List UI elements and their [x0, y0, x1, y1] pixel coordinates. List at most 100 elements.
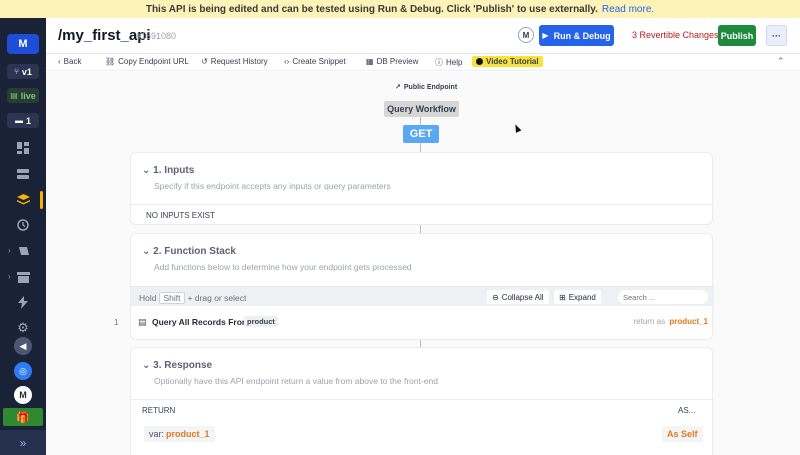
database-icon: ▤: [10, 91, 18, 100]
inputs-empty-row[interactable]: NO INPUTS EXIST: [131, 204, 714, 225]
database-table-icon[interactable]: [0, 166, 46, 182]
api-id: #1591080: [136, 31, 177, 41]
tasks-icon[interactable]: [0, 243, 46, 259]
table-icon: ▤: [138, 317, 147, 327]
table-tag[interactable]: product: [244, 316, 278, 327]
connector-line: [420, 143, 421, 152]
expand-sidebar-icon[interactable]: »: [0, 430, 46, 455]
external-link-icon: ↗: [395, 84, 401, 91]
no-inputs-text: NO INPUTS EXIST: [146, 211, 215, 220]
return-as[interactable]: return as product_1: [634, 317, 708, 326]
collapse-icon: ⊖: [492, 292, 499, 302]
chevron-down-icon: ⌄: [142, 360, 151, 371]
edit-banner: This API is being edited and can be test…: [0, 0, 800, 18]
query-workflow-badge[interactable]: Query Workflow: [384, 101, 459, 117]
help-label: Help: [446, 58, 463, 67]
request-history-button[interactable]: ↺ Request History: [201, 57, 268, 66]
expand-label: Expand: [568, 292, 596, 302]
dashboard-icon[interactable]: [0, 140, 46, 156]
history-icon[interactable]: [0, 217, 46, 233]
revertible-changes-link[interactable]: 3 Revertible Changes: [632, 30, 719, 40]
read-more-link[interactable]: Read more.: [602, 4, 654, 15]
return-column-header: RETURN: [142, 406, 176, 415]
api-header: /my_first_api #1591080 M ▶ Run & Debug 3…: [46, 18, 800, 54]
version-label: v1: [21, 66, 32, 77]
inputs-title[interactable]: ⌄ 1. Inputs: [142, 165, 194, 176]
response-variable[interactable]: var: product_1: [144, 426, 215, 442]
visibility-text: Public Endpoint: [403, 83, 458, 91]
branch-icon: ⑂: [14, 67, 19, 76]
response-header-row: RETURN AS...: [131, 399, 714, 419]
help-globe-icon[interactable]: ◎: [14, 362, 32, 380]
create-snippet-button[interactable]: ‹› Create Snippet: [284, 57, 346, 66]
function-index: 1: [114, 318, 119, 327]
chevron-down-icon: ⌄: [142, 165, 151, 176]
back-button[interactable]: ‹ Back: [58, 57, 81, 66]
help-button[interactable]: ⓘ Help: [435, 57, 462, 68]
inputs-section: ⌄ 1. Inputs Specify if this endpoint acc…: [130, 152, 714, 225]
connector-line: [420, 340, 421, 347]
banner-message: This API is being edited and can be test…: [145, 3, 598, 15]
copy-endpoint-url-button[interactable]: ⛓ Copy Endpoint URL: [105, 57, 189, 66]
collapse-all-label: Collapse All: [501, 292, 544, 302]
marketplace-icon[interactable]: [0, 269, 46, 285]
as-column-header: AS...: [678, 406, 696, 415]
active-indicator: [40, 191, 43, 209]
function-stack-title-text: 2. Function Stack: [153, 246, 236, 257]
video-tutorial-button[interactable]: Video Tutorial: [472, 56, 543, 67]
branch-count: 1: [25, 115, 31, 126]
var-name: product_1: [166, 429, 210, 439]
response-section: ⌄ 3. Response Optionally have this API e…: [130, 347, 714, 455]
as-self-badge[interactable]: As Self: [662, 426, 703, 442]
gift-icon[interactable]: 🎁: [3, 408, 43, 426]
chevron-up-icon[interactable]: ⌃: [777, 56, 785, 67]
back-label: Back: [63, 57, 82, 66]
expand-button[interactable]: ⊞ Expand: [554, 290, 601, 304]
function-name: Query All Records From: [152, 317, 250, 327]
http-method-badge[interactable]: GET: [403, 125, 439, 143]
connector-line: [420, 117, 421, 125]
var-prefix: var:: [149, 429, 165, 439]
settings-gear-icon[interactable]: ⚙: [0, 320, 46, 336]
message-icon: ▬: [14, 116, 23, 125]
play-circle-icon: [476, 58, 483, 65]
function-search-input[interactable]: [618, 290, 708, 304]
play-icon: ▶: [542, 31, 549, 40]
version-badge[interactable]: ⑂ v1: [7, 64, 39, 79]
drag-hint-text: + drag or select: [187, 293, 247, 303]
db-preview-label: DB Preview: [376, 57, 419, 66]
db-preview-button[interactable]: ▦ DB Preview: [366, 57, 418, 66]
megaphone-icon[interactable]: ◀: [14, 337, 32, 355]
user-avatar[interactable]: M: [14, 386, 32, 404]
collaborator-avatar[interactable]: M: [518, 27, 534, 43]
response-title[interactable]: ⌄ 3. Response: [142, 360, 212, 371]
history-label: Request History: [210, 57, 268, 66]
video-label: Video Tutorial: [486, 57, 539, 66]
publish-button[interactable]: Publish: [718, 25, 756, 46]
run-debug-label: Run & Debug: [553, 30, 611, 41]
connector-line: [420, 225, 421, 233]
function-stack-toolbar: Hold Shift + drag or select ⊖ Collapse A…: [131, 286, 714, 306]
function-row[interactable]: 1 ▤ Query All Records From product retur…: [114, 311, 714, 333]
live-badge[interactable]: ▤ live: [7, 88, 39, 103]
response-title-text: 3. Response: [153, 360, 213, 371]
public-endpoint-label[interactable]: ↗ Public Endpoint: [395, 83, 458, 92]
function-stack-title[interactable]: ⌄ 2. Function Stack: [142, 246, 236, 257]
lightning-icon[interactable]: [0, 294, 46, 310]
snippet-label: Create Snippet: [292, 57, 346, 66]
collapse-all-button[interactable]: ⊖ Collapse All: [487, 290, 549, 304]
sidebar: M ⑂ v1 ▤ live ▬ 1 › › ⚙ ◀ ◎ M 🎁 »: [0, 18, 46, 455]
workspace-logo[interactable]: M: [7, 34, 39, 54]
code-icon: ‹›: [284, 57, 290, 66]
branches-badge[interactable]: ▬ 1: [7, 113, 39, 128]
api-toolbar: ‹ Back ⛓ Copy Endpoint URL ↺ Request His…: [46, 55, 800, 71]
expand-icon: ⊞: [559, 292, 566, 302]
hold-text: Hold: [139, 293, 157, 303]
more-options-button[interactable]: ···: [766, 25, 787, 46]
link-icon: ⛓: [105, 57, 116, 66]
copy-url-label: Copy Endpoint URL: [118, 57, 189, 66]
drag-hint: Hold Shift + drag or select: [139, 292, 246, 304]
run-debug-button[interactable]: ▶ Run & Debug: [539, 25, 614, 46]
table-icon: ▦: [366, 57, 374, 66]
response-description: Optionally have this API endpoint return…: [154, 376, 438, 386]
